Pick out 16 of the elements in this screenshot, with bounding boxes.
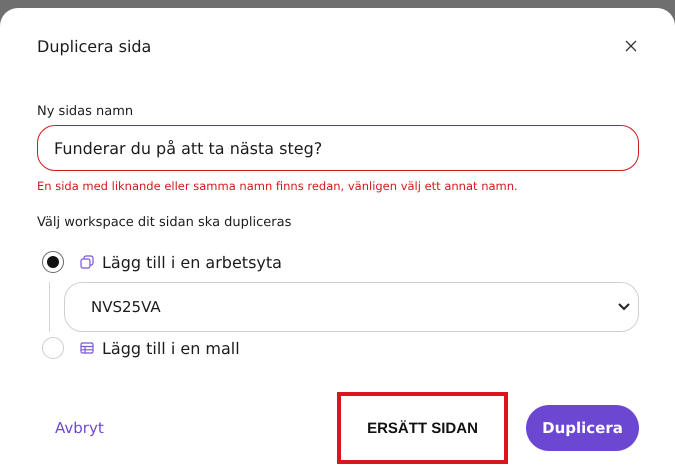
close-icon[interactable] — [623, 38, 639, 54]
error-message: En sida med liknande eller samma namn finns redan, vänligen välj ett annat namn. — [37, 179, 519, 193]
name-input-field[interactable]: Funderar du på att ta nästa steg? — [37, 125, 639, 171]
field-label: Ny sidas namn — [37, 104, 134, 119]
radio-button[interactable] — [42, 251, 64, 273]
section-label: Välj workspace dit sidan ska dupliceras — [37, 215, 292, 230]
stacked-windows-icon — [80, 255, 94, 269]
cancel-button[interactable]: Avbryt — [37, 419, 122, 437]
option-label: Lägg till i en mall — [102, 338, 240, 358]
chevron-icon — [618, 303, 630, 311]
replace-button[interactable]: ERSÄTT SIDAN — [337, 392, 508, 464]
table-icon — [80, 341, 94, 355]
option-label: Lägg till i en arbetsyta — [102, 252, 282, 272]
dialog-title: Duplicera sida — [37, 36, 152, 56]
workspace-select[interactable]: NVS25VA — [64, 282, 639, 332]
duplicate-button[interactable]: Duplicera — [526, 405, 639, 451]
